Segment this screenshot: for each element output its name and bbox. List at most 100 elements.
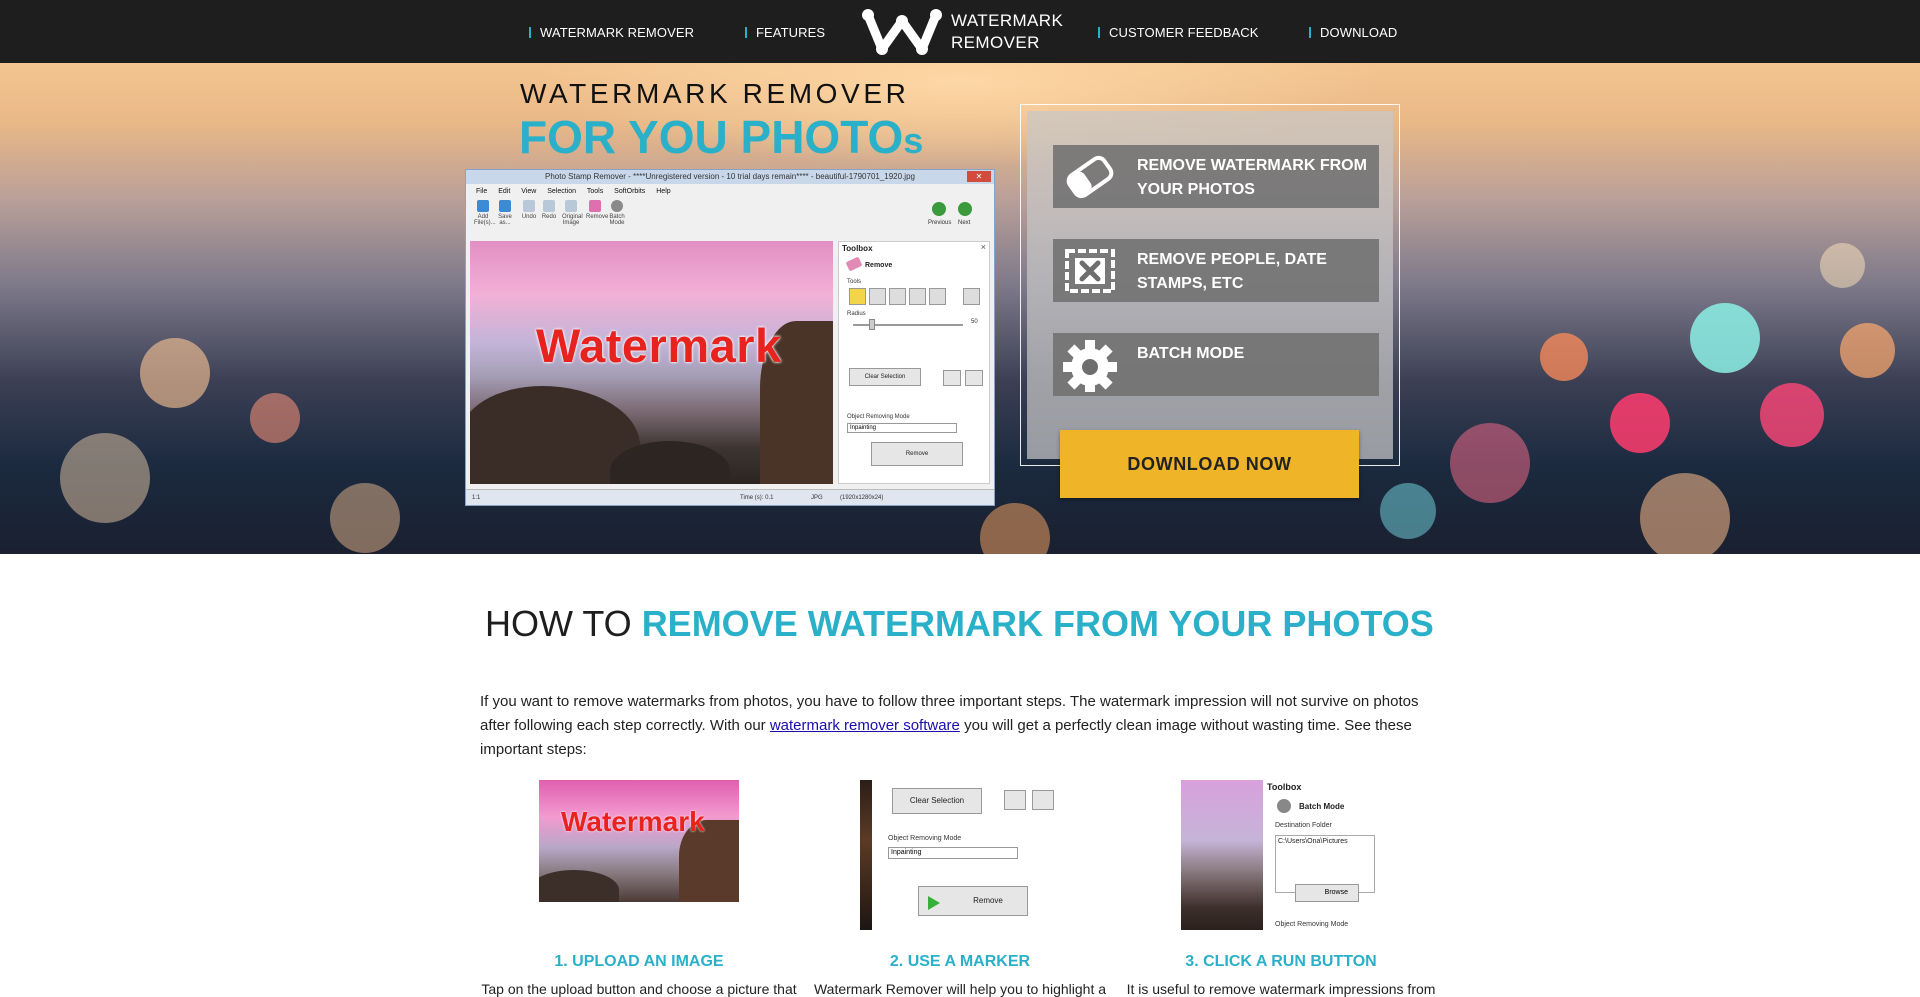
howto-title-highlight: REMOVE WATERMARK FROM YOUR PHOTOS: [641, 603, 1434, 644]
gear-icon: [1277, 799, 1291, 813]
hero-title-line1: WATERMARK REMOVER: [520, 78, 910, 109]
step3-text: It is useful to remove watermark impress…: [1126, 981, 1436, 997]
selection-load-icon: [965, 370, 983, 386]
rock: [539, 870, 619, 902]
logo[interactable]: WATERMARK REMOVER: [860, 7, 1063, 57]
feature-text-line: REMOVE WATERMARK FROM: [1137, 157, 1367, 174]
redo-icon: [543, 200, 555, 212]
clear-selection-button: Clear Selection: [892, 788, 982, 814]
nav-download[interactable]: DOWNLOAD: [1309, 25, 1397, 40]
photo-preview: [1181, 780, 1263, 930]
eraser-icon: [1061, 149, 1119, 204]
nav-customer-feedback[interactable]: CUSTOMER FEEDBACK: [1098, 25, 1259, 40]
nav-watermark-remover[interactable]: WATERMARK REMOVER: [529, 25, 694, 40]
features-panel-inner: REMOVE WATERMARK FROM YOUR PHOTOS REMOVE…: [1027, 111, 1393, 459]
object-mode-label: Object Removing Mode: [847, 414, 910, 420]
logo-line1: WATERMARK: [951, 11, 1064, 30]
bokeh-light: [60, 433, 150, 523]
object-mode-select: Inpainting: [888, 847, 1018, 859]
undo-tool: Undo: [520, 200, 538, 220]
logo-text: WATERMARK REMOVER: [951, 10, 1063, 54]
eraser-icon: [589, 200, 601, 212]
redo-tool: Redo: [540, 200, 558, 220]
step2-image: Clear Selection Object Removing Mode Inp…: [860, 780, 1060, 930]
folder-icon: [477, 200, 489, 212]
radius-slider-knob: [869, 319, 875, 330]
download-now-button[interactable]: DOWNLOAD NOW: [1060, 430, 1359, 498]
step1-text: Tap on the upload button and choose a pi…: [481, 981, 797, 997]
top-nav: WATERMARK REMOVER FEATURES WATERMARK REM…: [0, 0, 1920, 63]
feature-text: REMOVE WATERMARK FROM YOUR PHOTOS: [1137, 154, 1367, 202]
app-menu-item: Selection: [547, 188, 577, 195]
app-screenshot: Photo Stamp Remover - ****Unregistered v…: [465, 169, 995, 506]
radius-value: 50: [971, 319, 978, 325]
next-arrow-icon: [958, 202, 972, 216]
howto-title-plain: HOW TO: [485, 603, 642, 644]
logo-w-icon: [862, 9, 942, 55]
hero-title-small: s: [903, 120, 924, 161]
add-files-tool: Add File(s)...: [474, 200, 496, 226]
bokeh-light: [1610, 393, 1670, 453]
howto-title: HOW TO REMOVE WATERMARK FROM YOUR PHOTOS: [485, 603, 1434, 645]
original-image-icon: [565, 200, 577, 212]
bokeh-light: [1640, 473, 1730, 554]
app-menu-item: View: [521, 188, 537, 195]
browse-button: Browse: [1295, 884, 1359, 902]
status-format: JPG: [811, 495, 823, 501]
bokeh-light: [1690, 303, 1760, 373]
nav-features[interactable]: FEATURES: [745, 25, 825, 40]
app-photo-preview: Watermark: [470, 241, 833, 484]
bokeh-light: [1540, 333, 1588, 381]
undo-icon: [523, 200, 535, 212]
feature-remove-watermark: REMOVE WATERMARK FROM YOUR PHOTOS: [1053, 145, 1379, 208]
watermark-remover-software-link[interactable]: watermark remover software: [770, 717, 960, 734]
gear-icon: [611, 200, 623, 212]
pencil-tool-icon: [849, 288, 866, 305]
destination-folder-label: Destination Folder: [1275, 822, 1332, 829]
toolbox-mode: Remove: [865, 262, 893, 269]
bokeh-light: [1450, 423, 1530, 503]
toolbox-radius-label: Radius: [847, 311, 866, 317]
howto-intro: If you want to remove watermarks from ph…: [480, 690, 1440, 762]
app-toolbox-panel: Toolbox × Remove Tools Radius 50 Clear S…: [838, 241, 990, 484]
remove-tool: Remove: [586, 200, 608, 220]
batch-mode-label: Batch Mode: [1299, 802, 1345, 811]
step3-image: Toolbox Batch Mode Destination Folder C:…: [1181, 780, 1381, 930]
object-mode-label: Object Removing Mode: [1275, 921, 1349, 928]
object-mode-label: Object Removing Mode: [888, 835, 962, 842]
feature-remove-people: REMOVE PEOPLE, DATE STAMPS, ETC: [1053, 239, 1379, 302]
app-menu-item: File: [476, 188, 488, 195]
bokeh-light: [980, 503, 1050, 554]
toolbox-title: Toolbox: [842, 244, 873, 253]
original-image-tool: Original Image: [562, 200, 583, 226]
bokeh-light: [1840, 323, 1895, 378]
toolbox-tools-label: Tools: [847, 279, 862, 285]
toolbox-close-icon: ×: [980, 242, 986, 252]
step3-title: 3. CLICK A RUN BUTTON: [1185, 953, 1377, 970]
previous-label: Previous: [928, 220, 952, 226]
lasso-tool-icon: [909, 288, 926, 305]
app-window-title: Photo Stamp Remover - ****Unregistered v…: [466, 170, 994, 184]
bokeh-light: [330, 483, 400, 553]
feature-text: REMOVE PEOPLE, DATE STAMPS, ETC: [1137, 248, 1327, 296]
bokeh-light: [1760, 383, 1824, 447]
status-time: Time (s): 0.1: [740, 495, 774, 501]
step1-title: 1. UPLOAD AN IMAGE: [554, 953, 724, 970]
selection-load-icon: [1032, 790, 1054, 810]
selection-save-icon: [943, 370, 961, 386]
stamp-tool-icon: [963, 288, 980, 305]
rect-select-icon: [889, 288, 906, 305]
save-icon: [499, 200, 511, 212]
bokeh-light: [250, 393, 300, 443]
save-as-tool: Save as...: [496, 200, 514, 226]
eraser-icon: [845, 256, 863, 272]
clear-selection-button: Clear Selection: [849, 368, 921, 386]
hero-title-main: FOR YOU PHOTO: [519, 111, 904, 163]
feature-text-line: REMOVE PEOPLE, DATE: [1137, 251, 1327, 268]
step2-title: 2. USE A MARKER: [889, 953, 1031, 970]
hero-title-line2: FOR YOU PHOTOs: [519, 110, 923, 164]
app-status-bar: 1:1 Time (s): 0.1 JPG (1920x1280x24): [466, 489, 994, 505]
feature-batch-mode: BATCH MODE: [1053, 333, 1379, 396]
status-size: (1920x1280x24): [840, 495, 884, 501]
toolbox-title: Toolbox: [1267, 782, 1302, 792]
